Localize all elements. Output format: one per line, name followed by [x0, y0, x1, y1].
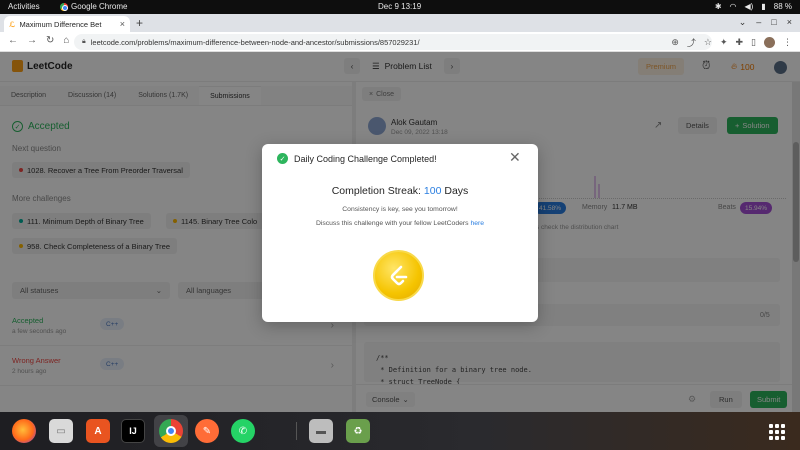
chrome-icon[interactable] — [159, 419, 183, 443]
bluetooth-icon: ✱ — [714, 2, 722, 11]
extension-icon[interactable]: ✦ — [720, 37, 728, 48]
battery-icon: ▮ — [761, 2, 766, 11]
close-tab-icon[interactable]: × — [120, 19, 125, 29]
leetcode-logo-icon — [390, 265, 407, 285]
firefox-icon[interactable] — [12, 419, 36, 443]
streak-value: 100 — [423, 185, 442, 197]
clock[interactable]: Dec 9 13:19 — [378, 2, 421, 11]
battery-level: 88 % — [773, 2, 792, 11]
discuss-text: Discuss this challenge with your fellow … — [315, 220, 469, 227]
system-tray[interactable]: ✱ ◠ ◀) ▮ 88 % — [715, 2, 792, 11]
files-icon[interactable]: ▭ — [49, 419, 73, 443]
browser-toolbar: ← → ↻ ⌂ 🔒︎ leetcode.com/problems/maximum… — [0, 32, 800, 52]
browser-tab[interactable]: ℒ Maximum Difference Bet × — [4, 16, 130, 32]
dock-separator — [296, 422, 297, 440]
nav-buttons: ← → ↻ ⌂ — [8, 35, 69, 46]
intellij-icon[interactable]: IJ — [121, 419, 145, 443]
puzzle-icon[interactable]: ✚ — [736, 37, 744, 48]
discuss-message: Discuss this challenge with your fellow … — [262, 220, 538, 227]
chrome-icon — [60, 2, 68, 11]
system-top-bar: Activities Google Chrome Dec 9 13:19 ✱ ◠… — [0, 0, 800, 14]
discuss-link[interactable]: here — [470, 220, 484, 227]
streak-label: Completion Streak: — [331, 185, 421, 197]
url-text: leetcode.com/problems/maximum-difference… — [90, 37, 420, 47]
address-bar[interactable]: 🔒︎ leetcode.com/problems/maximum-differe… — [74, 34, 712, 50]
leetcode-badge-icon — [373, 250, 424, 301]
daily-challenge-modal: ✓ Daily Coding Challenge Completed! ✕ Co… — [262, 144, 538, 322]
drive-icon[interactable]: ▬ — [309, 419, 333, 443]
success-check-icon: ✓ — [277, 153, 288, 164]
lock-icon[interactable]: 🔒︎ — [82, 38, 86, 46]
new-tab-icon[interactable]: + — [136, 16, 143, 30]
modal-title: Daily Coding Challenge Completed! — [294, 154, 437, 164]
activities-button[interactable]: Activities — [8, 2, 40, 11]
toolbar-icons: ⊕ ⤴ ☆ ✦ ✚ ▯ ⋮ — [671, 36, 792, 49]
app-menu[interactable]: Google Chrome — [60, 2, 127, 11]
close-window-icon[interactable]: × — [787, 17, 792, 28]
window-controls: ⌄ – □ × — [739, 17, 792, 28]
leetcode-favicon-icon: ℒ — [9, 19, 16, 29]
profile-avatar[interactable] — [764, 37, 775, 48]
completion-streak: Completion Streak: 100 Days — [262, 185, 538, 197]
share-icon[interactable]: ⤴ — [687, 36, 696, 49]
app-store-icon[interactable]: A — [86, 419, 110, 443]
ubuntu-dock: ▭ A IJ ✎ ✆ ▬ ♻ — [0, 412, 800, 450]
sidepanel-icon[interactable]: ▯ — [751, 37, 756, 48]
menu-kebab-icon[interactable]: ⋮ — [783, 37, 792, 48]
show-apps-icon[interactable] — [769, 424, 785, 440]
bookmark-star-icon[interactable]: ☆ — [704, 37, 712, 48]
wifi-icon: ◠ — [729, 2, 737, 11]
maximize-icon[interactable]: □ — [771, 17, 776, 28]
reload-icon[interactable]: ↻ — [46, 35, 54, 46]
volume-icon: ◀) — [744, 2, 754, 11]
trash-icon[interactable]: ♻ — [346, 419, 370, 443]
back-icon[interactable]: ← — [8, 35, 18, 46]
streak-unit: Days — [444, 185, 469, 197]
consistency-message: Consistency is key, see you tomorrow! — [342, 206, 458, 213]
forward-icon[interactable]: → — [27, 35, 37, 46]
home-icon[interactable]: ⌂ — [63, 35, 69, 46]
tab-title: Maximum Difference Bet — [19, 19, 102, 29]
whatsapp-icon[interactable]: ✆ — [231, 419, 255, 443]
zoom-icon[interactable]: ⊕ — [671, 37, 679, 48]
postman-icon[interactable]: ✎ — [195, 419, 219, 443]
close-icon[interactable]: ✕ — [509, 150, 521, 164]
minimize-icon[interactable]: – — [756, 17, 761, 28]
tab-search-icon[interactable]: ⌄ — [739, 17, 747, 28]
tab-strip: ℒ Maximum Difference Bet × + ⌄ – □ × — [0, 14, 800, 32]
app-name: Google Chrome — [71, 2, 128, 11]
